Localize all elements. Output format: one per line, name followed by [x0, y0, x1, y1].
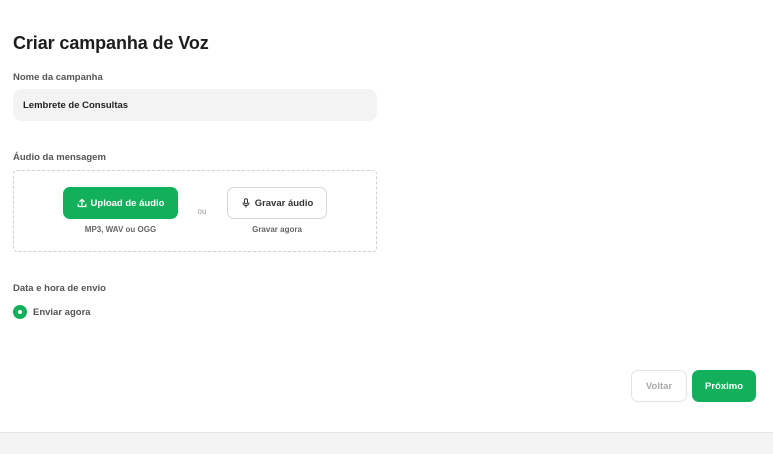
next-button[interactable]: Próximo	[692, 370, 756, 402]
upload-icon	[77, 198, 87, 208]
back-button[interactable]: Voltar	[631, 370, 687, 402]
audio-message-label: Áudio da mensagem	[13, 152, 106, 163]
campaign-name-label: Nome da campanha	[13, 72, 103, 83]
record-now-hint: Gravar agora	[252, 225, 302, 234]
upload-audio-button[interactable]: Upload de áudio	[63, 187, 178, 219]
footer-bar	[0, 432, 773, 454]
send-now-radio[interactable]	[13, 305, 27, 319]
microphone-icon	[241, 198, 251, 208]
upload-format-hint: MP3, WAV ou OGG	[84, 225, 157, 234]
or-separator: ou	[197, 207, 207, 216]
send-now-option[interactable]: Enviar agora	[13, 305, 91, 319]
record-audio-label: Gravar áudio	[254, 197, 314, 209]
upload-audio-label: Upload de áudio	[90, 197, 165, 209]
page-title: Criar campanha de Voz	[13, 33, 209, 53]
radio-selected-dot	[18, 310, 22, 314]
create-voice-campaign-page: Criar campanha de Voz Nome da campanha Á…	[0, 0, 773, 454]
send-datetime-label: Data e hora de envio	[13, 283, 106, 294]
record-audio-button[interactable]: Gravar áudio	[227, 187, 327, 219]
campaign-name-input[interactable]	[13, 89, 377, 121]
send-now-label: Enviar agora	[33, 306, 91, 318]
audio-dropzone[interactable]: Upload de áudio MP3, WAV ou OGG ou Grava…	[13, 170, 377, 252]
